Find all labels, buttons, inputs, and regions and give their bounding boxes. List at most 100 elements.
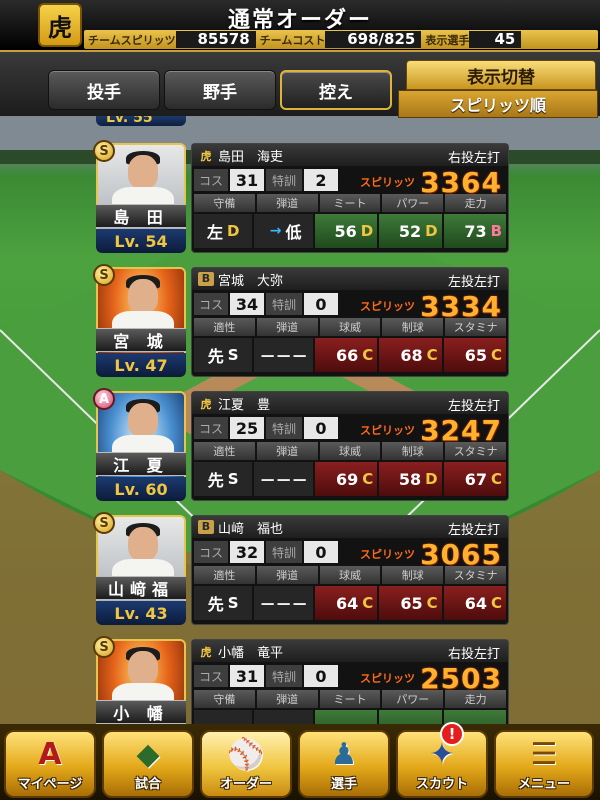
stamina-cell: 65 C bbox=[443, 338, 507, 372]
training-label: 特訓 bbox=[266, 417, 302, 439]
cost-label: コス bbox=[194, 665, 228, 687]
training-label: 特訓 bbox=[266, 293, 302, 315]
stat-header: 弾道 bbox=[256, 690, 318, 708]
trajectory-cell: → 低 bbox=[254, 214, 313, 248]
stat-header: 制球 bbox=[382, 442, 444, 460]
stat-header: 球威 bbox=[319, 318, 381, 336]
player-info-panel: 虎 島田 海吏 右投左打 コス 31 特訓 2 スピリッツ 3364 守備 弾道… bbox=[191, 143, 509, 253]
aptitude-grade: S bbox=[227, 346, 239, 364]
stamina-cell: 64 C bbox=[443, 586, 507, 620]
team-stats-bar: チームスピリッツ 85578 チームコスト 698/825 表示選手 45 bbox=[84, 30, 598, 49]
spirits-label: スピリッツ bbox=[360, 176, 415, 189]
arrow-right-icon: → bbox=[269, 223, 282, 239]
nav-label: マイページ bbox=[17, 777, 83, 792]
meet-grade: D bbox=[360, 222, 374, 240]
cost-label: コス bbox=[194, 417, 228, 439]
control-value: 65 bbox=[400, 593, 423, 613]
stamina-grade: C bbox=[491, 346, 503, 364]
stamina-value: 65 bbox=[464, 345, 488, 365]
aptitude-grade: S bbox=[227, 470, 239, 488]
defense-grade: D bbox=[226, 222, 240, 240]
player-card[interactable]: S 島 田 Lv. 54 虎 島田 海吏 右投左打 コス 31 特訓 2 スピリ… bbox=[93, 140, 511, 256]
training-value: 0 bbox=[304, 293, 338, 315]
previous-card-partial[interactable]: Lv. 55 bbox=[96, 116, 186, 126]
bat-throw: 右投左打 bbox=[447, 647, 500, 662]
training-value: 0 bbox=[304, 541, 338, 563]
display-switch-value: スピリッツ順 bbox=[398, 90, 598, 118]
stamina-grade: C bbox=[491, 470, 503, 488]
cost-label: コス bbox=[194, 293, 228, 315]
spirits-label: スピリッツ bbox=[360, 548, 415, 561]
stat-header: パワー bbox=[382, 194, 444, 212]
display-switch-button[interactable]: 表示切替 スピリッツ順 bbox=[398, 58, 600, 122]
nav-label: オーダー bbox=[219, 777, 272, 792]
meet-value: 56 bbox=[334, 221, 357, 241]
portrait-name-plate: 宮 城 bbox=[96, 328, 186, 352]
player-level: Lv. 54 bbox=[96, 229, 186, 253]
velocity-grade: C bbox=[362, 470, 374, 488]
aptitude-cell: 先S bbox=[194, 462, 253, 496]
stat-header: 球威 bbox=[319, 566, 381, 584]
player-card[interactable]: S 小 幡 虎 小幡 竜平 右投左打 コス 31 特訓 0 スピリッツ 2503… bbox=[93, 636, 511, 724]
stat-header: 弾道 bbox=[256, 442, 318, 460]
previous-card-level: Lv. 55 bbox=[106, 116, 153, 126]
team-cost-label: チームコスト bbox=[259, 33, 326, 47]
header-bar: 虎 通常オーダー チームスピリッツ 85578 チームコスト 698/825 表… bbox=[0, 0, 600, 52]
cost-label: コス bbox=[194, 541, 228, 563]
rank-badge: S bbox=[93, 140, 115, 162]
stat-header: スタミナ bbox=[445, 318, 506, 336]
spirits-label: スピリッツ bbox=[360, 672, 415, 685]
portrait-name-plate: 山﨑福 bbox=[96, 576, 186, 600]
stat-header: 走力 bbox=[445, 690, 506, 708]
aptitude-role: 先 bbox=[207, 471, 224, 490]
player-level: Lv. 47 bbox=[96, 353, 186, 377]
tab-reserve[interactable]: 控え bbox=[280, 70, 392, 110]
nav-label: メニュー bbox=[517, 777, 570, 792]
control-cell: 58 D bbox=[379, 462, 442, 496]
tigers-team-icon: 虎 bbox=[200, 646, 212, 659]
training-value: 2 bbox=[304, 169, 338, 191]
cost-label: コス bbox=[194, 169, 228, 191]
trajectory-cell bbox=[254, 710, 313, 724]
velocity-value: 64 bbox=[335, 593, 359, 613]
player-name: 山﨑 福也 bbox=[218, 521, 284, 537]
nav-label: 選手 bbox=[330, 777, 357, 792]
player-name: 小幡 竜平 bbox=[218, 645, 284, 661]
nav-order-button[interactable]: ⚾ オーダー bbox=[200, 730, 292, 798]
display-players-label: 表示選手 bbox=[425, 33, 470, 47]
control-grade: C bbox=[426, 346, 438, 364]
nav-mypage-button[interactable]: A マイページ bbox=[4, 730, 96, 798]
player-list[interactable]: Lv. 55 S 島 田 Lv. 54 虎 島田 海吏 右投左打 コス 31 特… bbox=[0, 116, 600, 724]
stat-header: 守備 bbox=[194, 690, 255, 708]
player-card[interactable]: A 江 夏 Lv. 60 虎 江夏 豊 左投左打 コス 25 特訓 0 スピリッ… bbox=[93, 388, 511, 504]
nav-match-button[interactable]: ◆ 試合 bbox=[102, 730, 194, 798]
training-value: 0 bbox=[304, 417, 338, 439]
control-value: 58 bbox=[398, 469, 422, 489]
buffaloes-team-icon: B bbox=[198, 272, 214, 286]
player-card[interactable]: S 宮 城 Lv. 47 B 宮城 大弥 左投左打 コス 34 特訓 0 スピリ… bbox=[93, 264, 511, 380]
player-card[interactable]: S 山﨑福 Lv. 43 B 山﨑 福也 左投左打 コス 32 特訓 0 スピリ… bbox=[93, 512, 511, 628]
player-icon: ♟ bbox=[330, 737, 358, 772]
trajectory-value: －－－ bbox=[259, 347, 308, 366]
display-switch-title: 表示切替 bbox=[406, 60, 596, 90]
velocity-grade: C bbox=[362, 594, 374, 612]
nav-players-button[interactable]: ♟ 選手 bbox=[298, 730, 390, 798]
stat-header: 走力 bbox=[445, 194, 506, 212]
stat-header: スタミナ bbox=[445, 566, 506, 584]
nav-label: 試合 bbox=[134, 777, 161, 792]
nav-menu-button[interactable]: ☰ メニュー bbox=[494, 730, 594, 798]
control-cell: 65 C bbox=[379, 586, 442, 620]
training-label: 特訓 bbox=[266, 541, 302, 563]
tab-fielder[interactable]: 野手 bbox=[164, 70, 276, 110]
velocity-value: 66 bbox=[335, 345, 359, 365]
portrait-name-plate: 小 幡 bbox=[96, 700, 186, 724]
stat-header: スタミナ bbox=[445, 442, 506, 460]
tab-pitcher[interactable]: 投手 bbox=[48, 70, 160, 110]
player-info-panel: B 宮城 大弥 左投左打 コス 34 特訓 0 スピリッツ 3334 適性 弾道… bbox=[191, 267, 509, 377]
aptitude-grade: S bbox=[227, 594, 239, 612]
rank-badge: S bbox=[93, 512, 115, 534]
bat-throw: 左投左打 bbox=[447, 399, 500, 414]
speed-value: 73 bbox=[464, 221, 487, 241]
stamina-value: 67 bbox=[464, 469, 488, 489]
training-label: 特訓 bbox=[266, 665, 302, 687]
